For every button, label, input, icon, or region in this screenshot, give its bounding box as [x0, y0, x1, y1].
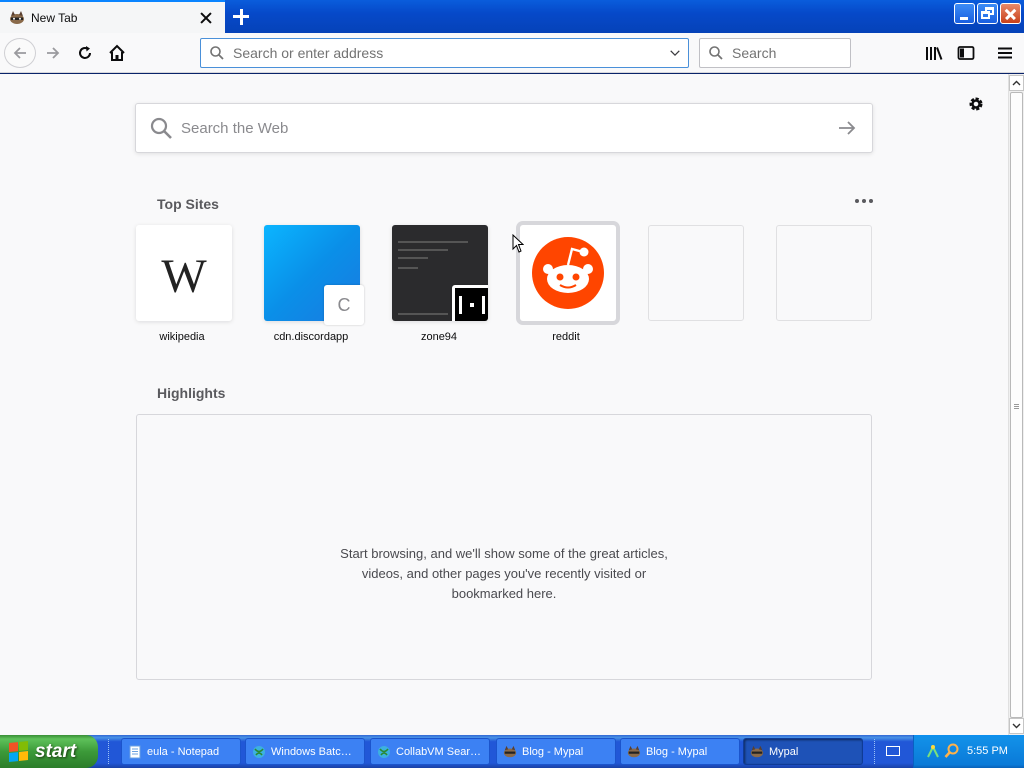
forward-arrow-icon: [47, 47, 60, 59]
highlights-message: Start browsing, and we'll show some of t…: [340, 546, 668, 601]
home-icon: [109, 44, 125, 61]
top-site-tile-discordapp[interactable]: C: [264, 225, 364, 325]
new-tab-button[interactable]: [230, 6, 252, 28]
url-placeholder: Search or enter address: [233, 45, 384, 61]
reload-button[interactable]: [74, 42, 96, 64]
top-site-tile-zone94[interactable]: [392, 225, 488, 321]
reload-icon: [79, 46, 91, 59]
top-site-label: reddit: [552, 331, 580, 343]
site-badge: [452, 285, 488, 321]
screenshot-detail: [398, 249, 448, 251]
web-search-box[interactable]: Search the Web: [135, 103, 873, 153]
screenshot-detail: [398, 313, 448, 315]
task-label: CollabVM Sear…: [396, 745, 481, 758]
navigation-toolbar: Search or enter address Search: [0, 33, 1024, 73]
taskbar-button-windows-batch[interactable]: Windows Batc…: [245, 738, 365, 765]
notepad-icon: [128, 745, 142, 759]
top-site-label: cdn.discordapp: [273, 331, 349, 343]
close-window-button[interactable]: [1000, 3, 1021, 24]
keyboard-icon[interactable]: [886, 746, 900, 756]
search-icon: [150, 117, 172, 139]
taskbar-separator: [874, 739, 876, 764]
scroll-down-button[interactable]: [1009, 718, 1024, 734]
mypal-raccoon-icon: [627, 745, 641, 759]
top-site-tile-wikipedia[interactable]: W: [136, 225, 232, 321]
task-label: eula - Notepad: [147, 745, 220, 758]
search-placeholder: Search: [732, 45, 777, 61]
system-tray: 5:55 PM: [913, 735, 1024, 768]
taskbar-button-notepad[interactable]: eula - Notepad: [121, 738, 241, 765]
taskbar-button-blog-mypal[interactable]: Blog - Mypal: [620, 738, 740, 765]
arrow-right-icon[interactable]: [838, 120, 856, 136]
clock[interactable]: 5:55 PM: [967, 745, 1008, 757]
task-label: Blog - Mypal: [646, 745, 708, 758]
home-button[interactable]: [106, 42, 128, 64]
badge-letter: C: [337, 294, 351, 315]
forward-button[interactable]: [42, 42, 64, 64]
task-label: Mypal: [769, 745, 799, 758]
chevron-up-icon: [1012, 80, 1021, 86]
tab-new-tab[interactable]: New Tab: [0, 0, 225, 33]
windows-taskbar: start eula - Notepad Windows Batc… Colla…: [0, 735, 1024, 768]
mypal-raccoon-icon: [9, 10, 25, 26]
sidebar-toggle-button[interactable]: [955, 42, 977, 64]
search-icon[interactable]: [944, 743, 960, 759]
reddit-logo-icon: [532, 237, 604, 309]
chevron-down-icon[interactable]: [662, 44, 680, 62]
wikipedia-logo: W: [161, 250, 207, 303]
top-site-label: wikipedia: [159, 331, 205, 343]
globe-icon: [252, 745, 266, 759]
minimize-button[interactable]: [954, 3, 975, 24]
hamburger-menu-button[interactable]: [994, 42, 1016, 64]
library-button[interactable]: [923, 42, 945, 64]
top-site-tile-reddit[interactable]: [520, 225, 616, 321]
new-tab-page: Search the Web Top Sites W wikipedia C c…: [0, 74, 1008, 735]
top-site-empty-slot: [776, 225, 872, 321]
back-arrow-icon: [13, 47, 26, 59]
taskbar-button-blog-mypal[interactable]: Blog - Mypal: [496, 738, 616, 765]
screenshot-detail: [398, 267, 418, 269]
top-site-label: zone94: [420, 331, 458, 343]
search-icon: [709, 46, 723, 60]
tab-title: New Tab: [31, 10, 78, 25]
screenshot-detail: [398, 241, 468, 243]
taskbar-button-collabvm[interactable]: CollabVM Sear…: [370, 738, 490, 765]
mouse-pointer-icon: [512, 233, 525, 259]
restore-button[interactable]: [977, 3, 998, 24]
close-tab-icon[interactable]: [198, 10, 214, 26]
screenshot-detail: [398, 257, 428, 259]
sidebar-icon: [957, 46, 975, 60]
library-icon: [926, 47, 943, 60]
top-sites-heading: Top Sites: [157, 196, 219, 212]
taskbar-button-mypal[interactable]: Mypal: [743, 738, 863, 765]
scroll-up-button[interactable]: [1009, 75, 1024, 91]
chevron-down-icon: [1012, 723, 1021, 729]
back-button[interactable]: [4, 38, 36, 68]
taskbar-separator: [108, 739, 110, 764]
highlights-heading: Highlights: [157, 385, 226, 401]
task-label: Windows Batc…: [271, 745, 352, 758]
gear-icon[interactable]: [966, 94, 986, 114]
scrollbar-thumb[interactable]: [1010, 92, 1023, 718]
network-icon[interactable]: [926, 743, 940, 759]
windows-logo-icon: [9, 740, 29, 762]
vertical-scrollbar[interactable]: [1008, 74, 1024, 735]
start-button[interactable]: start: [0, 735, 98, 768]
search-icon: [210, 46, 224, 60]
mypal-raccoon-icon: [503, 745, 517, 759]
mypal-raccoon-icon: [750, 745, 764, 759]
search-bar[interactable]: Search: [699, 38, 851, 68]
start-label: start: [35, 740, 77, 762]
task-label: Blog - Mypal: [522, 745, 584, 758]
hamburger-icon: [998, 47, 1012, 59]
globe-icon: [377, 745, 391, 759]
site-badge: C: [324, 285, 364, 325]
more-options-icon[interactable]: [855, 199, 873, 205]
highlights-empty-state: Start browsing, and we'll show some of t…: [136, 414, 872, 680]
pong-icon: [455, 288, 488, 321]
web-search-placeholder: Search the Web: [181, 119, 289, 137]
title-bar: New Tab: [0, 0, 1024, 33]
top-site-empty-slot: [648, 225, 744, 321]
url-bar[interactable]: Search or enter address: [200, 38, 689, 68]
